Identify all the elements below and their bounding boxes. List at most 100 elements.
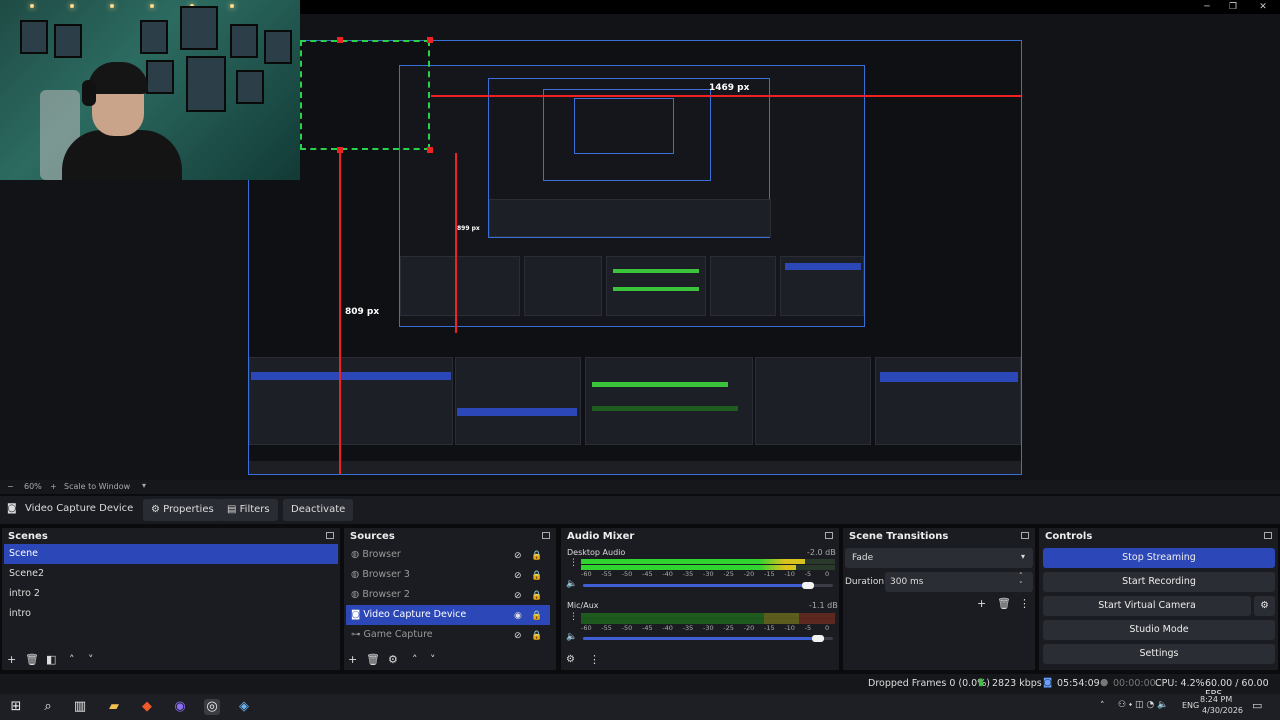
meter-scale-tick: -10 [784,570,795,578]
studio-mode-button[interactable]: Studio Mode [1043,620,1275,640]
resize-handle-bottom[interactable] [337,147,343,153]
stop-streaming-button[interactable]: Stop Streaming [1043,548,1275,568]
chevron-down-icon[interactable]: ˅ [1019,581,1023,589]
brave-icon[interactable]: ◆ [139,699,155,715]
sources-dock: Sources ◍ Browser ◍ Browser 3 ◍ Browser … [344,528,556,670]
kebab-icon[interactable]: ⋮ [569,612,578,622]
measure-inner: 899 px [457,225,480,232]
meter-scale-tick: -60 [581,624,592,632]
virtual-camera-settings-button[interactable]: ⚙ [1254,596,1275,616]
gear-icon: ⚙ [1260,600,1269,611]
language-indicator[interactable]: ENG [1182,701,1199,710]
search-icon[interactable]: ⌕ [40,699,56,715]
chevron-up-icon[interactable]: ˄ [1019,572,1023,580]
add-icon[interactable]: + [348,654,357,666]
kebab-icon[interactable]: ⋮ [569,558,578,568]
mixer-settings-icon[interactable]: ⚙ [566,654,575,666]
discord-icon[interactable]: ◉ [172,699,188,715]
chevron-up-icon[interactable]: ˄ [412,654,418,666]
maximize-button[interactable]: ❐ [1220,0,1246,14]
zoom-out-button[interactable]: − [7,482,14,491]
hidden-icon[interactable]: ⊘ [514,590,522,602]
hidden-icon[interactable]: ⊘ [514,570,522,582]
globe-icon: ◍ [351,589,360,600]
duration-input[interactable]: 300 ms ˄ ˅ [885,572,1033,592]
file-explorer-icon[interactable]: ▰ [106,699,122,715]
nested-transitions [710,256,776,316]
zoom-in-button[interactable]: + [50,482,57,491]
kebab-icon[interactable]: ⋮ [589,654,600,666]
close-button[interactable]: ✕ [1250,0,1276,14]
meter-scale-tick: -55 [601,624,612,632]
undock-icon[interactable] [1264,532,1272,539]
deactivate-button[interactable]: Deactivate [283,499,354,521]
start-virtual-camera-button[interactable]: Start Virtual Camera [1043,596,1251,616]
scale-mode-select[interactable]: Scale to Window [64,482,130,491]
audio-mixer-dock: Audio Mixer Desktop Audio -2.0 dB ⋮ -60 -… [561,528,839,670]
eye-icon[interactable]: ◉ [514,610,522,622]
mic-volume-knob[interactable] [812,635,824,642]
tray-chevron-icon[interactable]: ˄ [1100,701,1105,711]
preview-area[interactable]: 1469 px 809 px 899 px [0,0,1280,480]
nested-preview-2 [488,78,771,238]
trash-icon[interactable]: 🗑 [366,654,380,666]
gear-icon[interactable]: ⚙ [388,654,398,666]
nested-docks-2 [489,199,771,237]
scene-item[interactable]: Scene2 [4,564,338,584]
lock-icon[interactable]: 🔒 [531,570,542,582]
channel-name: Desktop Audio [567,548,626,557]
clock-time[interactable]: 8:24 PM [1200,695,1232,704]
transition-select[interactable]: Fade ▾ [845,548,1033,568]
settings-button[interactable]: Settings [1043,644,1275,664]
filters-button[interactable]: ▤ Filters [219,499,278,521]
speaker-icon[interactable]: 🔈 [566,579,577,589]
task-view-icon[interactable]: ▥ [72,699,88,715]
resize-handle-top-right[interactable] [427,37,433,43]
undock-icon[interactable] [825,532,833,539]
windows-start-icon[interactable]: ⊞ [8,699,24,715]
scene-item[interactable]: intro [4,604,338,624]
record-icon: ● [1100,677,1109,688]
speaker-icon[interactable]: 🔈 [566,632,577,642]
clock-date[interactable]: 4/30/2026 [1202,706,1243,715]
properties-button[interactable]: ⚙ Properties [143,499,222,521]
undock-icon[interactable] [542,532,550,539]
lock-icon[interactable]: 🔒 [531,610,542,622]
chevron-down-icon[interactable]: ˅ [430,654,436,666]
obs-icon[interactable]: ◎ [204,699,220,715]
chevron-down-icon[interactable]: ▾ [142,481,146,490]
scene-item[interactable]: Scene [4,544,338,564]
trash-icon[interactable]: 🗑 [997,598,1011,610]
desktop-audio-volume-knob[interactable] [802,582,814,589]
resize-handle-top[interactable] [337,37,343,43]
scene-item[interactable]: intro 2 [4,584,338,604]
add-icon[interactable]: + [977,598,986,610]
add-icon[interactable]: + [7,654,16,666]
kebab-icon[interactable]: ⋮ [1019,598,1030,610]
chevron-down-icon[interactable]: ˅ [88,654,94,666]
globe-icon: ◍ [351,569,360,580]
tray-icons[interactable]: ⚇ ⬩ ◫ ◔ 🔈 [1118,700,1168,710]
steam-icon[interactable]: ◈ [236,699,252,715]
hidden-icon[interactable]: ⊘ [514,630,522,642]
audio-mixer-title: Audio Mixer [567,531,635,542]
filter-icon[interactable]: ◧ [46,654,56,666]
sources-title: Sources [350,531,395,542]
minimize-button[interactable]: ─ [1194,0,1220,14]
start-recording-button[interactable]: Start Recording [1043,572,1275,592]
trash-icon[interactable]: 🗑 [25,654,39,666]
selection-box[interactable] [300,40,430,150]
chevron-up-icon[interactable]: ˄ [69,654,75,666]
resize-handle-bottom-right[interactable] [427,147,433,153]
undock-icon[interactable] [1021,532,1029,539]
meter-scale-tick: -60 [581,570,592,578]
lock-icon[interactable]: 🔒 [531,550,542,562]
notification-icon[interactable]: ▭ [1252,699,1262,712]
source-label: Video Capture Device [363,609,467,620]
nested-preview-4 [574,98,674,154]
nested-preview-1 [399,65,865,327]
lock-icon[interactable]: 🔒 [531,630,542,642]
undock-icon[interactable] [326,532,334,539]
lock-icon[interactable]: 🔒 [531,590,542,602]
hidden-icon[interactable]: ⊘ [514,550,522,562]
